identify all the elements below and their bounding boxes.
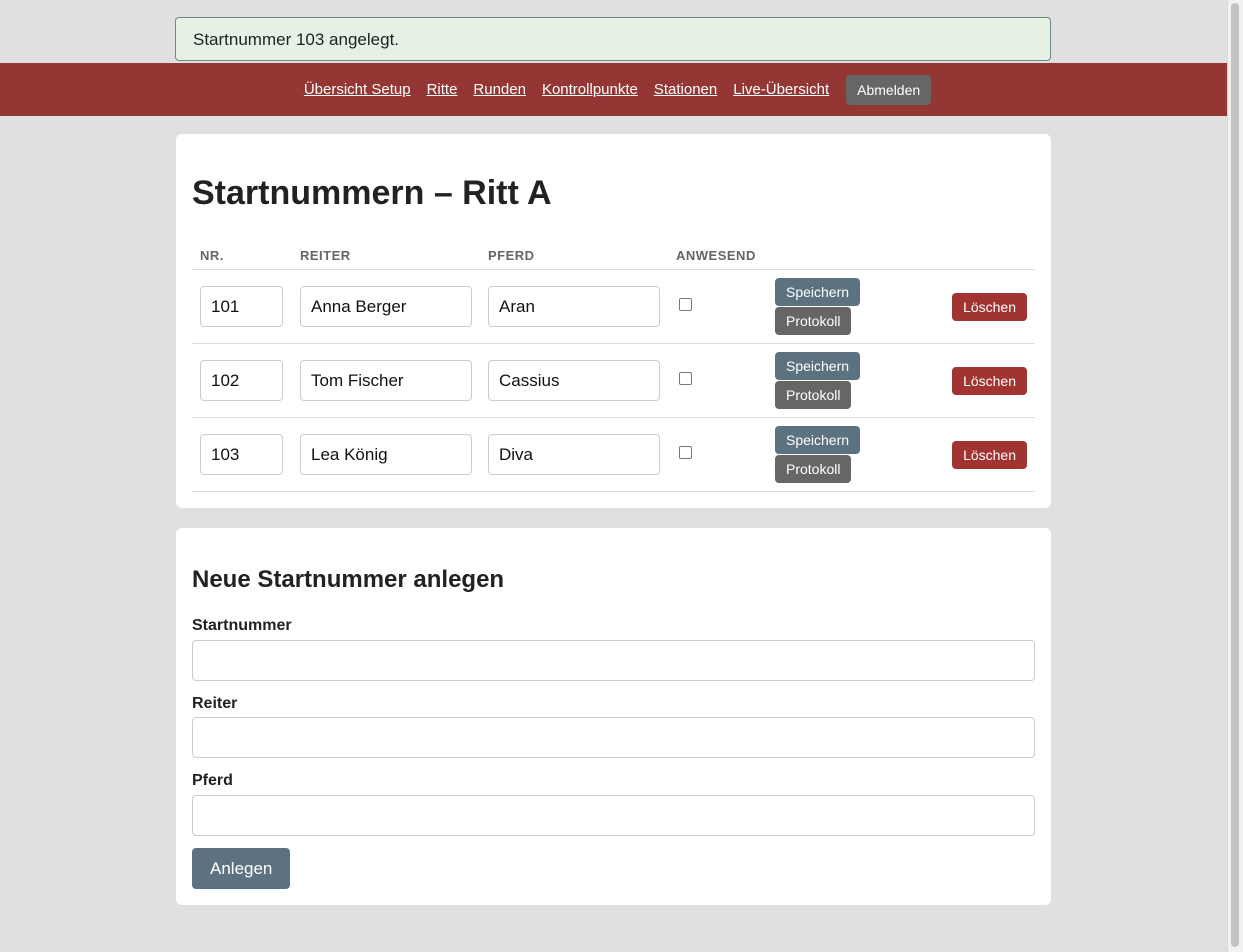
startnummer-label: Startnummer (192, 617, 292, 634)
table-row: Speichern Protokoll Löschen (192, 343, 1035, 418)
table-header-row: NR. REITER PFERD ANWESEND (192, 241, 1035, 270)
save-button[interactable]: Speichern (775, 352, 861, 380)
rider-name-input[interactable] (300, 434, 472, 475)
column-header-present: ANWESEND (668, 241, 767, 270)
save-button[interactable]: Speichern (775, 426, 861, 454)
start-numbers-card: Startnummern – Ritt A NR. REITER PFERD A… (176, 134, 1051, 508)
protocol-button[interactable]: Protokoll (775, 381, 852, 409)
start-number-input[interactable] (200, 286, 283, 327)
form-title: Neue Startnummer anlegen (192, 566, 505, 593)
start-number-input[interactable] (200, 434, 283, 475)
logout-button[interactable]: Abmelden (846, 74, 932, 105)
nav-link-stationen[interactable]: Stationen (654, 81, 717, 98)
reiter-field[interactable] (192, 717, 1035, 758)
column-header-delete (908, 241, 1035, 270)
present-checkbox[interactable] (679, 297, 692, 311)
column-header-horse: PFERD (480, 241, 668, 270)
rider-name-input[interactable] (300, 360, 472, 401)
present-checkbox[interactable] (679, 445, 692, 459)
start-number-input[interactable] (200, 360, 283, 401)
create-button[interactable]: Anlegen (192, 848, 291, 889)
pferd-label: Pferd (192, 772, 233, 789)
page-title: Startnummern – Ritt A (192, 174, 552, 212)
horse-name-input[interactable] (488, 360, 660, 401)
present-checkbox[interactable] (679, 371, 692, 385)
save-button[interactable]: Speichern (775, 278, 861, 306)
pferd-field[interactable] (192, 795, 1035, 836)
startnummer-field[interactable] (192, 640, 1035, 681)
table-row: Speichern Protokoll Löschen (192, 269, 1035, 344)
nav-link-kontrollpunkte[interactable]: Kontrollpunkte (542, 81, 638, 98)
page-scrollbar[interactable] (1227, 0, 1243, 952)
protocol-button[interactable]: Protokoll (775, 455, 852, 483)
nav-link-ritte[interactable]: Ritte (427, 81, 458, 98)
reiter-label: Reiter (192, 695, 238, 712)
horse-name-input[interactable] (488, 286, 660, 327)
protocol-button[interactable]: Protokoll (775, 307, 852, 335)
new-start-number-card: Neue Startnummer anlegen Startnummer Rei… (176, 528, 1051, 905)
column-header-nr: NR. (192, 241, 292, 270)
horse-name-input[interactable] (488, 434, 660, 475)
column-header-actions (767, 241, 909, 270)
column-header-rider: REITER (292, 241, 480, 270)
delete-button[interactable]: Löschen (952, 292, 1027, 321)
main-navbar: Übersicht Setup Ritte Runden Kontrollpun… (0, 63, 1227, 116)
nav-link-runden[interactable]: Runden (473, 81, 526, 98)
delete-button[interactable]: Löschen (952, 440, 1027, 469)
flash-message: Startnummer 103 angelegt. (175, 17, 1051, 61)
scrollbar-thumb[interactable] (1231, 3, 1239, 947)
nav-link-overview-setup[interactable]: Übersicht Setup (304, 81, 411, 98)
table-row: Speichern Protokoll Löschen (192, 417, 1035, 492)
nav-link-live-overview[interactable]: Live-Übersicht (733, 81, 829, 98)
delete-button[interactable]: Löschen (952, 366, 1027, 395)
rider-name-input[interactable] (300, 286, 472, 327)
start-numbers-table: NR. REITER PFERD ANWESEND Speichern Prot… (192, 241, 1035, 492)
